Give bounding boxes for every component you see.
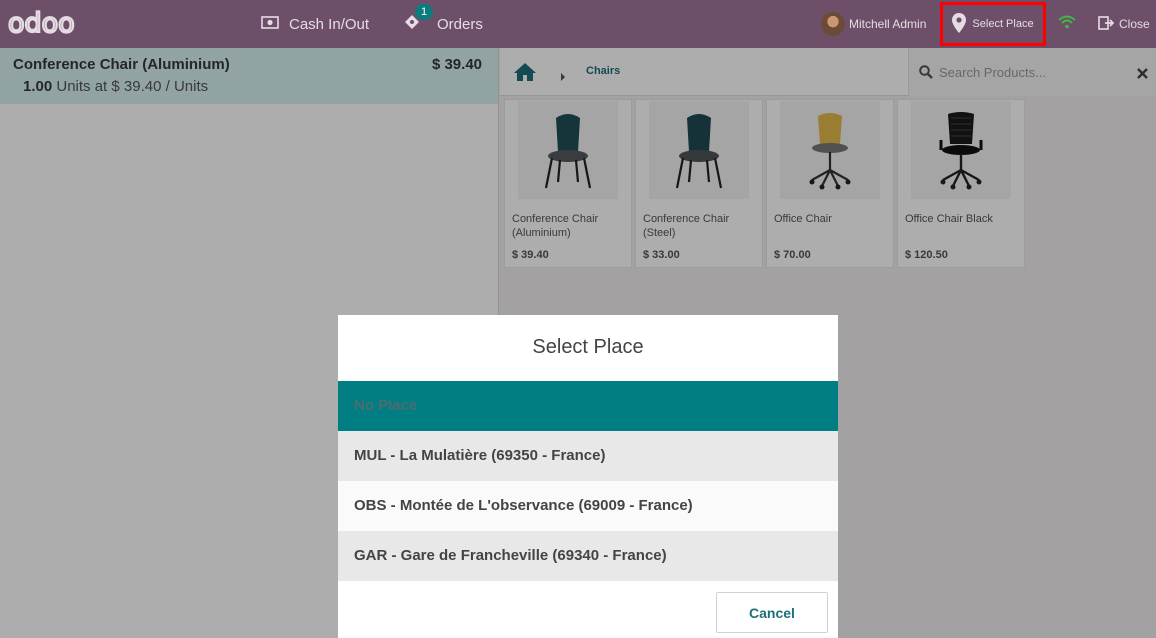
odoo-logo: odoo	[7, 7, 88, 43]
avatar	[821, 12, 845, 36]
place-option-mul[interactable]: MUL - La Mulatière (69350 - France)	[338, 431, 838, 481]
close-label: Close	[1119, 17, 1150, 31]
place-option-none[interactable]: No Place	[338, 381, 838, 431]
select-place-dialog: Select Place No Place MUL - La Mulatière…	[338, 315, 838, 638]
user-name: Mitchell Admin	[849, 17, 927, 31]
cash-in-out-label: Cash In/Out	[289, 15, 370, 33]
place-option-gar[interactable]: GAR - Gare de Francheville (69340 - Fran…	[338, 531, 838, 581]
sign-out-icon	[1098, 15, 1115, 33]
orders-label: Orders	[437, 15, 483, 33]
top-bar: odoo Cash In/Out 1 Orders Mitchell Admin…	[0, 0, 1156, 48]
place-option-obs[interactable]: OBS - Montée de L'observance (69009 - Fr…	[338, 481, 838, 531]
select-place-button[interactable]: Select Place	[940, 2, 1046, 46]
user-menu[interactable]: Mitchell Admin	[821, 0, 926, 48]
orders-button[interactable]: 1 Orders	[403, 0, 483, 48]
ticket-icon: 1	[403, 4, 433, 35]
select-place-label: Select Place	[972, 18, 1034, 30]
dialog-footer: Cancel	[338, 581, 838, 638]
map-marker-icon	[952, 12, 967, 36]
dialog-title: Select Place	[532, 336, 644, 358]
wifi-icon	[1058, 15, 1076, 34]
cash-in-out-button[interactable]: Cash In/Out	[261, 0, 369, 48]
money-icon	[261, 15, 279, 33]
close-button[interactable]: Close	[1098, 0, 1150, 48]
logo-text: odoo	[8, 8, 75, 38]
orders-count-badge: 1	[415, 4, 433, 20]
connection-status[interactable]	[1058, 0, 1076, 48]
cancel-button[interactable]: Cancel	[716, 592, 828, 633]
